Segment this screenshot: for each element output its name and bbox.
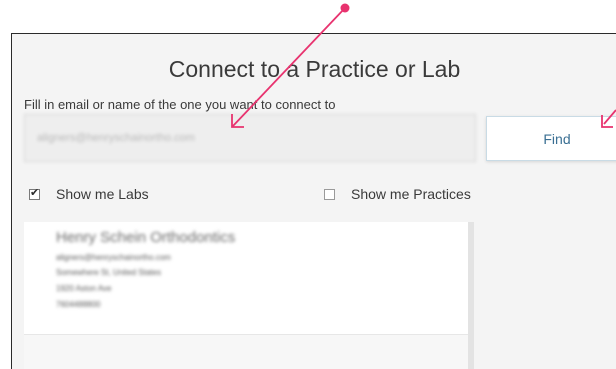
show-practices-checkbox[interactable] bbox=[324, 188, 335, 200]
check-icon: ✔ bbox=[30, 186, 40, 199]
connect-dialog: Connect to a Practice or Lab Fill in ema… bbox=[11, 33, 616, 369]
show-labs-checkbox[interactable]: ✔ bbox=[29, 186, 40, 200]
result-phone: 7604488800 bbox=[56, 300, 101, 309]
show-practices-label: Show me Practices bbox=[351, 186, 471, 202]
result-location: Somewhere St, United States bbox=[56, 268, 161, 277]
instruction-text: Fill in email or name of the one you wan… bbox=[24, 97, 336, 112]
show-labs-option[interactable]: ✔ Show me Labs bbox=[29, 186, 149, 202]
result-email: aligners@henryschainortho.com bbox=[56, 253, 171, 262]
show-labs-label: Show me Labs bbox=[56, 186, 149, 202]
result-name: Henry Schein Orthodontics bbox=[56, 229, 236, 246]
dialog-title: Connect to a Practice or Lab bbox=[168, 56, 461, 82]
results-empty-area bbox=[24, 335, 468, 369]
result-item[interactable]: Henry Schein Orthodontics aligners@henry… bbox=[24, 222, 468, 335]
result-address: 1920 Aston Ave bbox=[56, 284, 112, 293]
find-button[interactable]: Find bbox=[486, 116, 616, 161]
results-list: Henry Schein Orthodontics aligners@henry… bbox=[24, 222, 474, 369]
show-practices-option[interactable]: Show me Practices bbox=[324, 186, 471, 202]
email-or-name-input[interactable] bbox=[24, 114, 476, 162]
